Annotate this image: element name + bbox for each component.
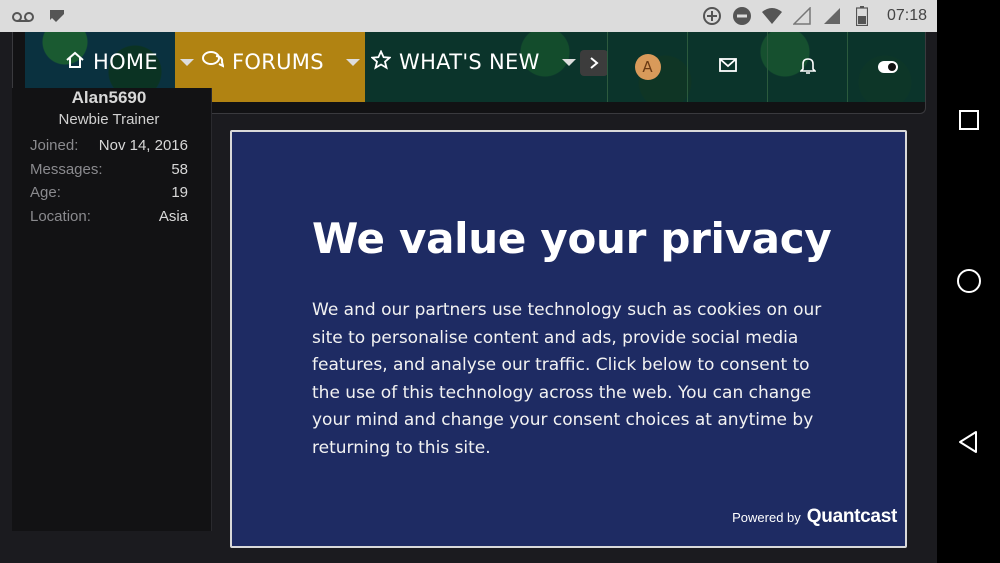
status-bar: 07:18	[0, 0, 937, 32]
recents-button[interactable]	[952, 103, 986, 137]
signal-icon	[791, 5, 813, 27]
account-button[interactable]: A	[608, 32, 688, 102]
user-title: Newbie Trainer	[58, 111, 160, 128]
back-triangle-icon	[959, 431, 977, 453]
home-button[interactable]	[952, 264, 986, 298]
bell-icon	[798, 56, 817, 79]
nav-whats-new[interactable]: WHAT'S NEW	[370, 46, 576, 78]
chevron-right-icon	[590, 57, 599, 69]
stat-value: Nov 14, 2016	[98, 137, 188, 154]
signal-icon	[821, 5, 843, 27]
user-stats: Joined: Nov 14, 2016 Messages: 58 Age: 1…	[30, 137, 188, 231]
nav-scroll-right-button[interactable]	[580, 50, 608, 76]
stat-value: Asia	[158, 207, 188, 225]
chevron-down-icon[interactable]	[561, 58, 576, 66]
stat-row: Messages: 58	[30, 161, 188, 185]
stat-key: Messages:	[30, 160, 103, 178]
nav-whats-new-label: WHAT'S NEW	[399, 50, 540, 74]
stat-key: Location:	[30, 207, 91, 225]
powered-by-label: Powered by	[732, 510, 801, 525]
square-icon	[959, 110, 979, 130]
privacy-body: We and our partners use technology such …	[312, 300, 822, 458]
inbox-button[interactable]	[688, 32, 768, 102]
circle-icon	[957, 269, 981, 293]
stat-key: Joined:	[30, 137, 79, 154]
nav-home[interactable]: HOME	[65, 46, 194, 78]
toggle-icon	[878, 61, 898, 73]
stat-value: 19	[171, 184, 188, 201]
home-icon	[65, 50, 85, 75]
style-toggle[interactable]	[848, 32, 925, 102]
voicemail-icon	[12, 6, 34, 28]
chevron-down-icon[interactable]	[179, 58, 194, 66]
user-menu: A	[607, 32, 925, 102]
alerts-button[interactable]	[768, 32, 848, 102]
back-button[interactable]	[952, 425, 986, 459]
wifi-icon	[761, 5, 783, 27]
do-not-disturb-icon	[731, 5, 753, 27]
stat-value: 58	[171, 160, 188, 178]
clock: 07:18	[886, 7, 927, 24]
battery-icon	[851, 5, 873, 27]
username[interactable]: Alan5690	[0, 88, 218, 108]
check-icon	[46, 6, 68, 28]
nav-forums[interactable]: FORUMS	[202, 46, 360, 78]
system-nav-bar	[937, 0, 1000, 563]
privacy-title: We value your privacy	[312, 214, 832, 263]
stat-row: Location: Asia	[30, 208, 188, 232]
avatar: A	[634, 54, 661, 80]
quantcast-logo[interactable]: Quantcast	[807, 506, 898, 528]
nav-home-label: HOME	[93, 50, 158, 74]
star-icon	[370, 48, 392, 75]
nav-forums-label: FORUMS	[232, 50, 324, 74]
chevron-down-icon[interactable]	[345, 58, 360, 66]
stat-key: Age:	[30, 184, 61, 201]
powered-by: Powered by Quantcast	[732, 506, 897, 528]
forums-icon	[202, 50, 225, 75]
stat-row: Age: 19	[30, 184, 188, 208]
envelope-icon	[718, 57, 737, 77]
privacy-consent-dialog: We value your privacy We and our partner…	[230, 130, 907, 548]
data-saver-icon	[701, 5, 723, 27]
stat-row: Joined: Nov 14, 2016	[30, 137, 188, 161]
